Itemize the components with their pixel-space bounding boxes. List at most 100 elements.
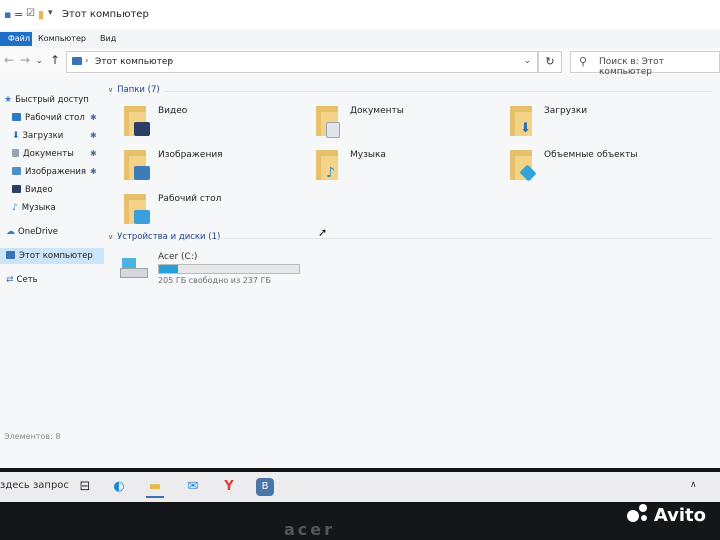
nav-item-network[interactable]: ⇄ Сеть (6, 272, 38, 288)
window-title: Этот компьютер (62, 9, 149, 20)
desktop-icon (12, 113, 21, 121)
breadcrumb-separator: › (85, 56, 89, 66)
recent-locations-button[interactable]: ⌄ (36, 56, 43, 65)
nav-item-documents[interactable]: Документы ✱ (12, 146, 104, 162)
quick-access-separator: = (14, 8, 24, 21)
properties-icon[interactable]: ☑ (26, 8, 35, 22)
drive-usage-fill (159, 265, 178, 273)
mail-icon[interactable]: ✉ (184, 478, 202, 496)
new-folder-icon[interactable]: ▮ (38, 8, 44, 22)
music-icon: ♪ (12, 203, 18, 213)
breadcrumb[interactable]: Этот компьютер (95, 57, 173, 67)
pin-icon: ✱ (90, 113, 97, 122)
nav-item-downloads[interactable]: ⬇ Загрузки ✱ (12, 128, 104, 144)
laptop-bezel: acer (0, 504, 720, 540)
taskbar: здесь запрос ⊟ ◐ ▬ ✉ Y В ∧ (0, 472, 720, 502)
tab-file[interactable]: Файл (0, 32, 32, 46)
nav-item-this-pc[interactable]: Этот компьютер (0, 248, 104, 264)
folders-group-header[interactable]: ∨ Папки (7) (108, 85, 160, 95)
folder-label: Объемные объекты (544, 150, 638, 160)
nav-item-pictures[interactable]: Изображения ✱ (12, 164, 104, 180)
pin-icon: ✱ (90, 149, 97, 158)
group-divider (218, 238, 712, 239)
folder-desktop[interactable]: Рабочий стол (124, 190, 314, 230)
app-icon: ▪ (4, 8, 12, 21)
refresh-button[interactable]: ↻ (538, 51, 562, 73)
drives-group-header[interactable]: ∨ Устройства и диски (1) (108, 232, 220, 242)
folder-pictures[interactable]: Изображения (124, 146, 314, 186)
pin-icon: ✱ (90, 167, 97, 176)
search-input[interactable]: ⚲ Поиск в: Этот компьютер (570, 51, 720, 77)
task-view-icon[interactable]: ⊟ (76, 478, 94, 496)
avito-watermark-text: Avito (653, 505, 706, 526)
navigation-pane: ★ Быстрый доступ Рабочий стол ✱ ⬇ Загрузки… (0, 78, 104, 438)
pictures-icon (12, 167, 21, 175)
desktop-folder-icon (124, 194, 152, 224)
documents-folder-icon (316, 106, 344, 138)
network-icon: ⇄ (6, 275, 14, 285)
avito-watermark: Avito (626, 504, 706, 528)
bezel-brand-logo: acer (284, 520, 336, 539)
computer-icon (72, 57, 82, 65)
folder-video[interactable]: Видео (124, 102, 314, 142)
music-folder-icon: ♪ (316, 150, 344, 180)
folder-label: Видео (158, 106, 188, 116)
folder-music[interactable]: ♪ Музыка (316, 146, 506, 186)
search-placeholder: Поиск в: Этот компьютер (599, 57, 664, 77)
folder-label: Документы (350, 106, 404, 116)
pictures-folder-icon (124, 150, 152, 180)
vk-icon[interactable]: В (256, 478, 274, 496)
folder-label: Музыка (350, 150, 386, 160)
drive-usage-bar (158, 264, 300, 274)
folder-documents[interactable]: Документы (316, 102, 506, 142)
yandex-browser-icon[interactable]: Y (220, 478, 238, 496)
drive-item[interactable]: Acer (C:) 205 ГБ свободно из 237 ГБ (116, 250, 316, 290)
back-button[interactable]: ← (4, 53, 14, 67)
content-area: ∨ Папки (7) Видео Документы ⬇ Загрузки Из… (104, 78, 720, 438)
nav-item-quick-access[interactable]: ★ Быстрый доступ (4, 92, 89, 108)
folder-label: Рабочий стол (158, 194, 222, 204)
nav-item-desktop[interactable]: Рабочий стол ✱ (12, 110, 104, 126)
tab-computer[interactable]: Компьютер (38, 32, 86, 46)
downloads-folder-icon: ⬇ (510, 106, 538, 136)
drive-name: Acer (C:) (158, 252, 198, 262)
up-button[interactable]: ↑ (50, 53, 60, 67)
chevron-down-icon: ∨ (108, 86, 114, 94)
avito-logo-icon (626, 504, 651, 524)
folder-label: Загрузки (544, 106, 588, 116)
pin-icon: ✱ (90, 131, 97, 140)
ribbon-tabs: Файл Компьютер Вид (0, 30, 720, 49)
computer-icon (6, 251, 15, 259)
mouse-cursor-icon: ➚ (318, 226, 328, 239)
drive-free-space: 205 ГБ свободно из 237 ГБ (158, 276, 271, 285)
search-icon: ⚲ (579, 55, 588, 68)
folder-3d-objects[interactable]: Объемные объекты (510, 146, 700, 186)
document-icon (12, 149, 19, 157)
tray-chevron-icon[interactable]: ∧ (690, 480, 697, 490)
taskbar-search[interactable]: здесь запрос (0, 480, 69, 491)
nav-item-onedrive[interactable]: ☁ OneDrive (6, 224, 58, 240)
quick-access-dropdown[interactable]: ▾ (48, 8, 53, 22)
video-folder-icon (124, 106, 152, 136)
cloud-icon: ☁ (6, 227, 15, 237)
status-bar-text: Элементов: 8 (4, 432, 61, 441)
title-bar: ▪ = ☑ ▮ ▾ Этот компьютер (0, 0, 720, 31)
explorer-screen: ▪ = ☑ ▮ ▾ Этот компьютер Файл Компьютер … (0, 0, 720, 468)
star-icon: ★ (4, 95, 13, 105)
file-explorer-icon[interactable]: ▬ (146, 478, 164, 498)
tab-view[interactable]: Вид (100, 32, 116, 46)
forward-button[interactable]: → (20, 53, 30, 67)
hard-drive-icon (120, 258, 148, 278)
address-bar[interactable]: › Этот компьютер › ⌄ (66, 51, 538, 73)
address-dropdown-icon[interactable]: ⌄ (523, 56, 531, 66)
chevron-down-icon: ∨ (108, 233, 114, 241)
group-divider (164, 91, 712, 92)
nav-item-music[interactable]: ♪ Музыка (12, 200, 56, 216)
3d-objects-folder-icon (510, 150, 538, 182)
folder-downloads[interactable]: ⬇ Загрузки (510, 102, 700, 142)
breadcrumb-chevron-icon[interactable]: › (168, 56, 172, 66)
nav-item-video[interactable]: Видео (12, 182, 53, 198)
edge-icon[interactable]: ◐ (110, 478, 128, 496)
folder-label: Изображения (158, 150, 223, 160)
video-icon (12, 185, 21, 193)
